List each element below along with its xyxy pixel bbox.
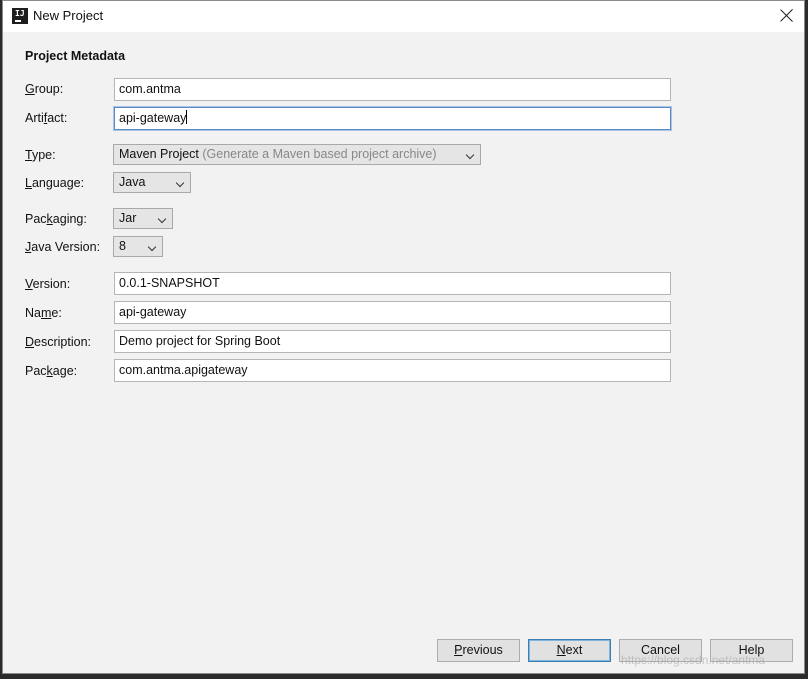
type-label: Type: (25, 148, 56, 162)
java-version-value: 8 (119, 239, 126, 253)
language-dropdown[interactable]: Java (113, 172, 191, 193)
java-version-dropdown[interactable]: 8 (113, 236, 163, 257)
name-field[interactable]: api-gateway (114, 301, 671, 324)
group-label: Group: (25, 82, 64, 96)
java-version-label: Java Version: (25, 240, 101, 254)
type-hint: (Generate a Maven based project archive) (202, 147, 437, 161)
type-value: Maven Project (119, 147, 199, 161)
version-field[interactable]: 0.0.1-SNAPSHOT (114, 272, 671, 295)
package-label: Package: (25, 364, 78, 378)
version-label: Version: (25, 277, 71, 291)
package-field[interactable]: com.antma.apigateway (114, 359, 671, 382)
section-title: Project Metadata (25, 49, 126, 63)
type-dropdown[interactable]: Maven Project (Generate a Maven based pr… (113, 144, 481, 165)
chevron-down-icon (157, 214, 167, 224)
chevron-down-icon (465, 150, 475, 160)
packaging-value: Jar (119, 211, 137, 225)
next-button[interactable]: Next (528, 639, 611, 662)
chevron-down-icon (147, 242, 157, 252)
packaging-label: Packaging: (25, 212, 87, 226)
description-label: Description: (25, 335, 92, 349)
packaging-dropdown[interactable]: Jar (113, 208, 173, 229)
chevron-down-icon (175, 178, 185, 188)
new-project-dialog: IJ New Project Project Metadata Group: c… (2, 0, 805, 674)
close-icon[interactable] (776, 5, 798, 27)
name-label: Name: (25, 306, 62, 320)
artifact-label: Artifact: (25, 111, 68, 125)
window-title: New Project (33, 8, 104, 23)
intellij-idea-icon: IJ (12, 8, 28, 24)
language-label: Language: (25, 176, 85, 190)
language-value: Java (119, 175, 146, 189)
artifact-field[interactable]: api-gateway (114, 107, 671, 130)
description-field[interactable]: Demo project for Spring Boot (114, 330, 671, 353)
artifact-value: api-gateway (119, 111, 187, 125)
title-bar: IJ New Project (3, 1, 804, 32)
previous-button[interactable]: Previous (437, 639, 520, 662)
group-field[interactable]: com.antma (114, 78, 671, 101)
text-caret (186, 110, 188, 124)
watermark: https://blog.csdn.net/antma (621, 653, 766, 667)
